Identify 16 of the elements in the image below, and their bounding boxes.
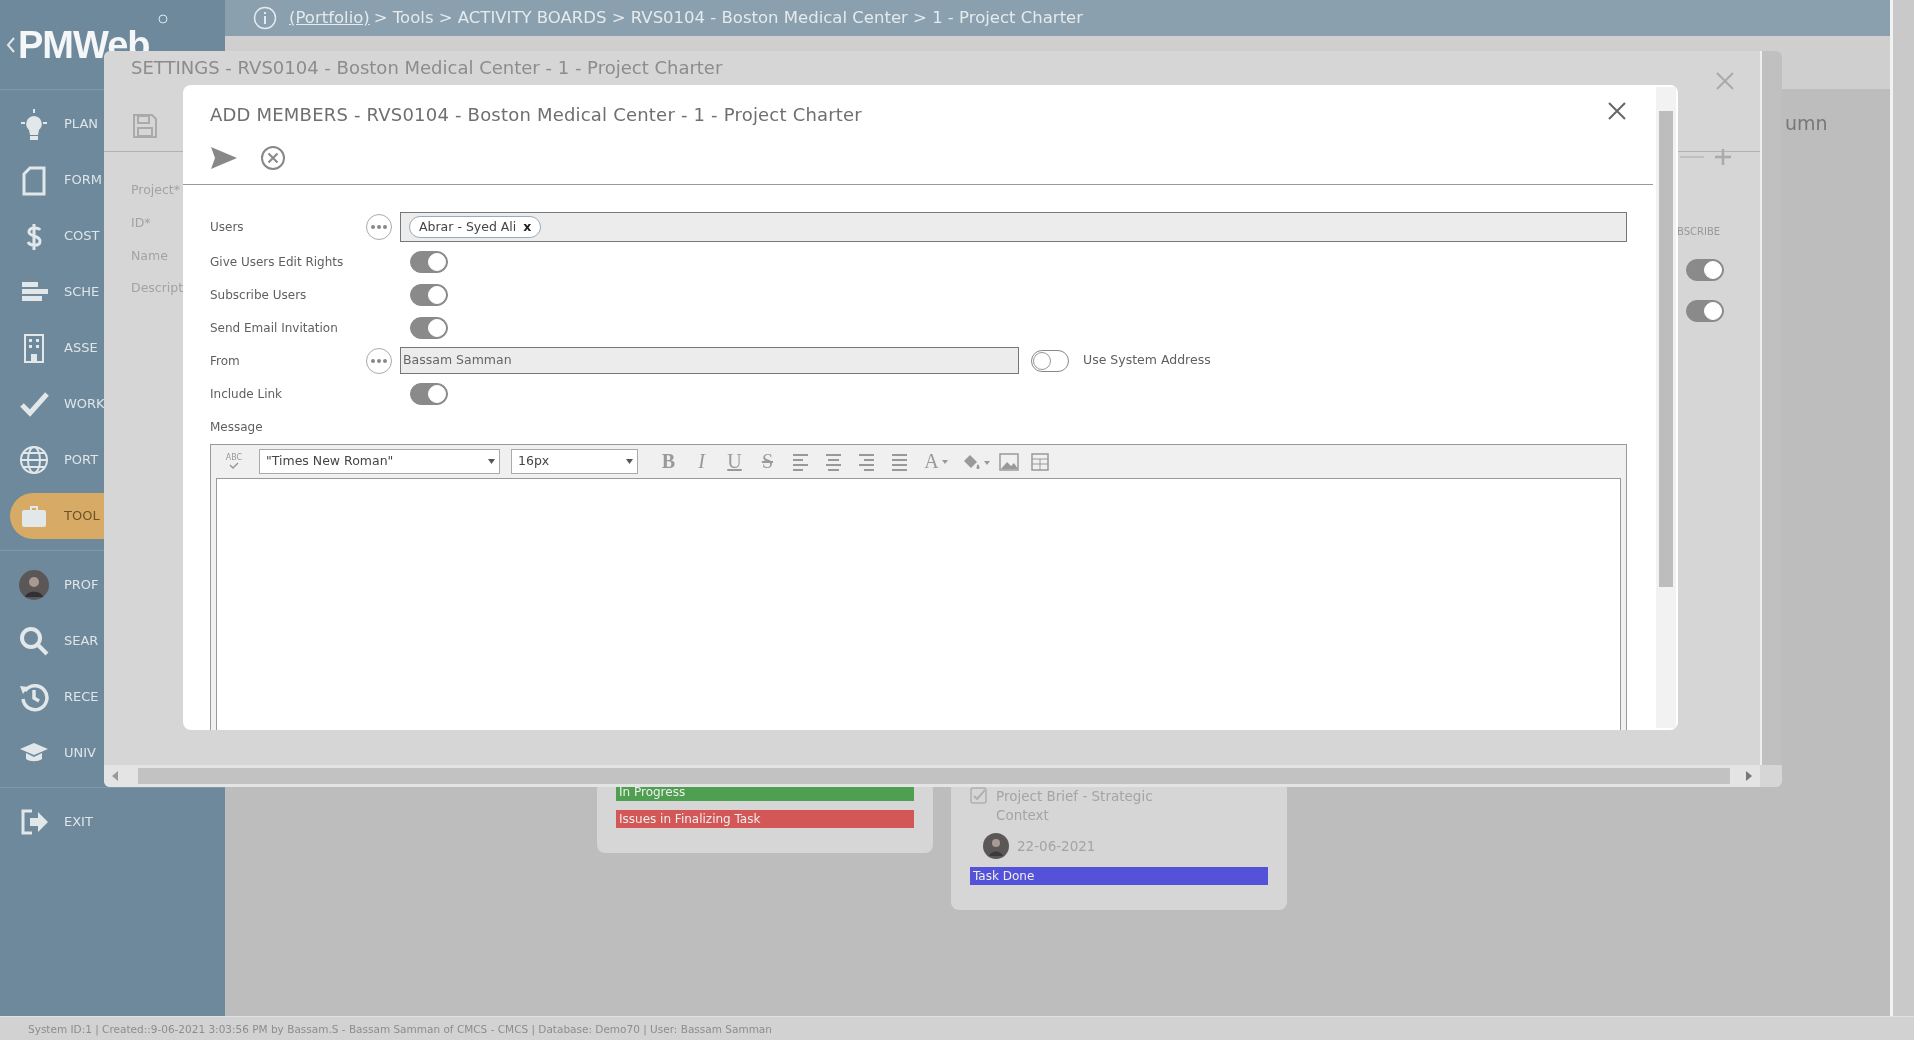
column-header: BSCRIBE (1677, 225, 1721, 239)
breadcrumb-path: > Tools > ACTIVITY BOARDS > RVS0104 - Boston Medical Center > 1 - Project Charter (373, 6, 1084, 29)
field-label: From (210, 352, 241, 370)
field-label: Include Link (210, 385, 284, 403)
status-tag: Task Done (970, 867, 1268, 885)
status-bar: System ID:1 | Created::9-06-2021 3:03:56 PM by Bassam.S - Bassam Samman of CMCS - CMCS | Database: Demo70 | User: Bassam Samman (0, 1016, 1914, 1040)
column-title: umn (1785, 111, 1828, 136)
field-label: Give Users Edit Rights (210, 253, 345, 271)
option-label: Use System Address (1083, 351, 1211, 370)
field-label: Users (210, 219, 245, 236)
dialog-title: ADD MEMBERS - RVS0104 - Boston Medical Center - 1 - Project Charter (210, 103, 862, 127)
field-label: Subscribe Users (210, 286, 308, 304)
dialog-title: SETTINGS - RVS0104 - Boston Medical Center - 1 - Project Charter (131, 57, 723, 79)
status-tag: Issues in Finalizing Task (616, 810, 914, 828)
field-label: Send Email Invitation (210, 319, 339, 337)
field-label: Message (210, 418, 264, 436)
